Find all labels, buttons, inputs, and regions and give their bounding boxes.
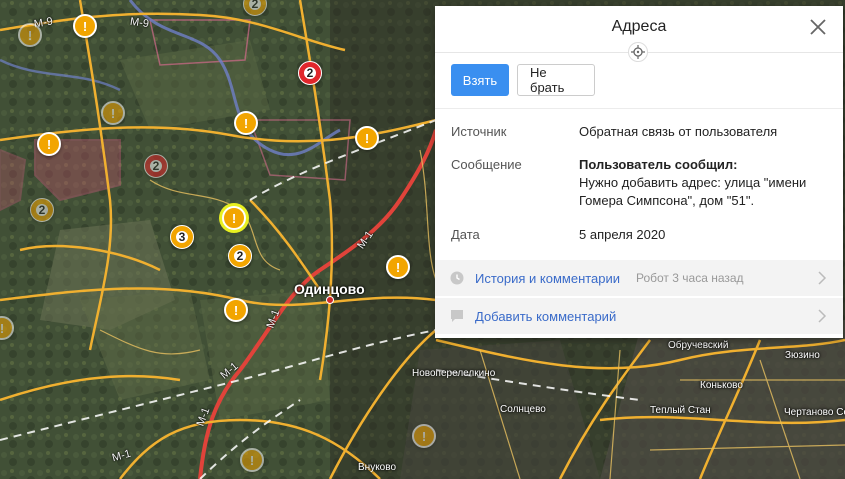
comment-icon: [450, 309, 464, 328]
place-label: Теплый Стан: [650, 405, 711, 416]
place-label: Коньково: [700, 380, 743, 391]
chevron-right-icon: [817, 309, 827, 328]
action-buttons: Взять Не брать: [451, 64, 595, 96]
alert-marker[interactable]: !: [101, 101, 125, 125]
close-icon[interactable]: [807, 16, 829, 38]
add-comment-label: Добавить комментарий: [475, 308, 617, 324]
place-label: Солнцево: [500, 404, 546, 415]
alert-marker[interactable]: !: [224, 298, 248, 322]
history-label: История и комментарии: [475, 270, 621, 286]
alert-marker[interactable]: !: [355, 126, 379, 150]
history-meta: Робот 3 часа назад: [636, 271, 744, 285]
place-label: Обручевский: [668, 340, 729, 351]
alert-marker[interactable]: !: [234, 111, 258, 135]
city-label-odintsovo: Одинцово: [294, 281, 365, 297]
chevron-right-icon: [817, 271, 827, 290]
divider: [435, 108, 843, 109]
place-label: Внуково: [358, 462, 397, 473]
panel-title: Адреса: [611, 18, 667, 35]
message-text: Нужно добавить адрес: улица "имени Гомер…: [579, 175, 807, 208]
message-label: Сообщение: [451, 157, 522, 172]
place-label: Чертаново Се: [784, 407, 845, 418]
cluster-marker[interactable]: 3: [170, 225, 194, 249]
alert-marker[interactable]: !: [37, 132, 61, 156]
alert-marker[interactable]: !: [73, 14, 97, 38]
message-title: Пользователь сообщил:: [579, 157, 738, 172]
cluster-marker-red[interactable]: 2: [144, 154, 168, 178]
alert-marker[interactable]: !: [412, 424, 436, 448]
cluster-marker-red[interactable]: 2: [298, 61, 322, 85]
place-label: Новоперелелкино: [412, 368, 496, 379]
source-value: Обратная связь от пользователя: [579, 124, 778, 139]
alert-marker-selected[interactable]: !: [222, 206, 246, 230]
address-detail-panel: Адреса Взять Не брать Источник Обратная …: [435, 6, 843, 338]
road-label-m9: М-9: [129, 15, 150, 31]
history-comments-row[interactable]: История и комментарии Робот 3 часа назад: [435, 260, 843, 296]
take-button[interactable]: Взять: [451, 64, 509, 96]
alert-marker[interactable]: !: [386, 255, 410, 279]
add-comment-row[interactable]: Добавить комментарий: [435, 298, 843, 334]
cluster-marker[interactable]: 2: [228, 244, 252, 268]
clock-icon: [450, 271, 464, 290]
alert-marker[interactable]: !: [18, 23, 42, 47]
date-value: 5 апреля 2020: [579, 227, 666, 242]
message-value: Пользователь сообщил: Нужно добавить адр…: [579, 156, 819, 210]
date-label: Дата: [451, 227, 480, 242]
source-label: Источник: [451, 124, 507, 139]
skip-button[interactable]: Не брать: [517, 64, 595, 96]
alert-marker[interactable]: !: [240, 448, 264, 472]
cluster-marker[interactable]: 2: [30, 198, 54, 222]
locate-icon[interactable]: [628, 42, 648, 62]
place-label: Зюзино: [785, 350, 820, 361]
